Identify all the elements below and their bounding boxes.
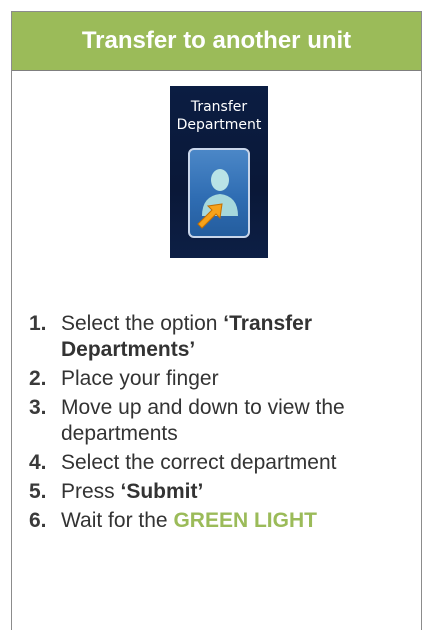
card-header: Transfer to another unit [12,12,421,71]
step-item: 1. Select the option ‘Transfer Departmen… [12,311,423,363]
step-number: 4. [29,451,47,474]
step-item: 5. Press ‘Submit’ [12,479,423,505]
step-text: Select the option [61,312,224,335]
step-number: 5. [29,480,47,503]
steps-list: 1. Select the option ‘Transfer Departmen… [12,311,423,537]
step-text: Wait for the [61,509,174,532]
step-text: Select the correct department [61,451,337,474]
card-title: Transfer to another unit [81,27,352,54]
step-bold-text: ‘Submit’ [120,480,204,503]
instruction-card: Transfer to another unit Transfer Depart… [11,11,422,630]
transfer-department-button[interactable] [188,148,250,238]
step-number: 3. [29,396,47,419]
step-item: 6. Wait for the GREEN LIGHT [12,508,423,534]
step-item: 2. Place your finger [12,366,423,392]
step-item: 3. Move up and down to view the departme… [12,395,423,447]
transfer-department-tile[interactable]: Transfer Department [170,86,268,258]
step-text: Press [61,480,121,503]
step-text: Place your finger [61,367,219,390]
step-number: 6. [29,509,47,532]
tile-label: Transfer Department [176,99,262,133]
step-number: 2. [29,367,47,390]
step-number: 1. [29,312,47,335]
green-light-text: GREEN LIGHT [173,509,317,532]
user-transfer-icon [197,169,238,229]
step-text: Move up and down to view the departments [61,396,345,445]
step-item: 4. Select the correct department [12,450,423,476]
